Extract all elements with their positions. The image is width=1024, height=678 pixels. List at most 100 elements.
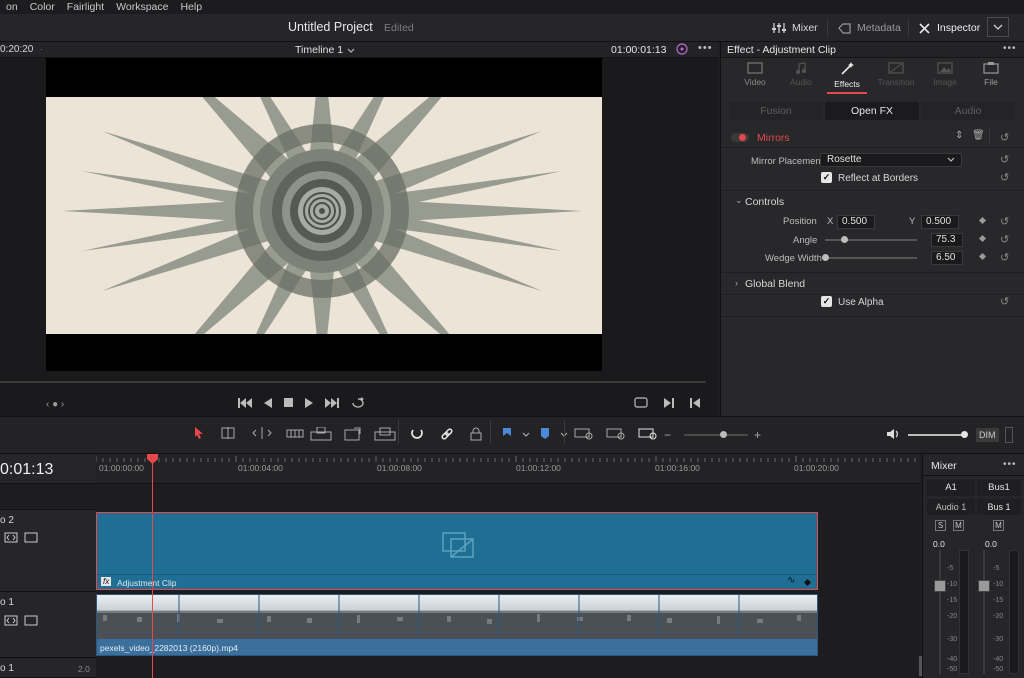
- trash-icon[interactable]: 🗑: [972, 130, 985, 141]
- reset-alpha-icon[interactable]: ↺: [1000, 295, 1009, 308]
- chevron-right-icon[interactable]: ›: [735, 278, 738, 288]
- volume-slider-knob[interactable]: [961, 431, 968, 438]
- solo-button[interactable]: S: [935, 520, 946, 531]
- tab-audio[interactable]: Audio: [783, 62, 819, 87]
- zoom-custom-icon[interactable]: [638, 428, 658, 440]
- reset-placement-icon[interactable]: ↺: [1000, 153, 1009, 166]
- viewer-scope-button[interactable]: [674, 42, 690, 59]
- chevron-down-icon[interactable]: [522, 432, 530, 437]
- viewer-options-dot[interactable]: ·: [40, 44, 43, 54]
- zoom-full-icon[interactable]: [574, 428, 594, 440]
- track-visibility-icon[interactable]: [24, 615, 38, 629]
- angle-slider-knob[interactable]: [841, 236, 849, 243]
- menu-item-workspace-partial[interactable]: on: [6, 1, 18, 13]
- zoom-out-icon[interactable]: −: [664, 428, 671, 442]
- wedge-width-slider-knob[interactable]: [822, 254, 829, 261]
- clip-curve-icon[interactable]: ∿: [787, 575, 795, 586]
- volume-speaker-icon[interactable]: [886, 428, 900, 443]
- auto-select-icon[interactable]: [4, 615, 18, 629]
- skip-to-start-icon[interactable]: [238, 397, 252, 408]
- reverse-play-icon[interactable]: [264, 397, 272, 408]
- use-alpha-checkbox[interactable]: ✓: [821, 296, 832, 307]
- angle-slider[interactable]: [825, 239, 917, 241]
- mixer-track-bus1[interactable]: Bus 1: [977, 499, 1021, 515]
- global-blend-label[interactable]: Global Blend: [745, 278, 805, 290]
- clip-keyframe-icon[interactable]: [803, 578, 812, 587]
- reset-position-icon[interactable]: ↺: [1000, 215, 1009, 228]
- trim-icon[interactable]: [218, 427, 238, 439]
- jog-control[interactable]: ‹ ● ›: [46, 399, 64, 410]
- inspector-button[interactable]: Inspector: [918, 18, 980, 38]
- dynamic-trim-icon[interactable]: [252, 427, 272, 439]
- replace-clip-icon[interactable]: [374, 427, 396, 441]
- prev-edit-icon[interactable]: [690, 397, 700, 408]
- lock-icon[interactable]: [470, 427, 482, 441]
- reset-reflect-icon[interactable]: ↺: [1000, 171, 1009, 184]
- subtab-audio[interactable]: Audio: [921, 102, 1015, 120]
- effect-enable-toggle[interactable]: [731, 133, 749, 142]
- reflect-checkbox[interactable]: ✓: [821, 172, 832, 183]
- skip-to-end-icon[interactable]: [325, 397, 339, 408]
- keyframe-diamond-icon[interactable]: [978, 234, 987, 243]
- tab-transition[interactable]: Transition: [873, 62, 919, 87]
- linked-selection-icon[interactable]: [440, 427, 454, 441]
- stop-icon[interactable]: [284, 398, 293, 407]
- adjustment-clip[interactable]: fx Adjustment Clip ∿: [96, 512, 818, 590]
- auto-select-icon[interactable]: [4, 532, 18, 546]
- menu-item-help[interactable]: Help: [180, 1, 202, 13]
- mixer-track-audio1[interactable]: Audio 1: [927, 499, 975, 515]
- mixer-more-icon[interactable]: •••: [1003, 459, 1017, 470]
- menu-item-fairlight[interactable]: Fairlight: [67, 1, 104, 13]
- match-frame-icon[interactable]: [634, 397, 648, 408]
- reorder-icon[interactable]: ⇕: [955, 130, 963, 141]
- mixer-button[interactable]: Mixer: [772, 18, 818, 38]
- bus-mute-button[interactable]: M: [993, 520, 1004, 531]
- mute-button[interactable]: M: [953, 520, 964, 531]
- volume-slider[interactable]: [908, 434, 966, 436]
- track-visibility-icon[interactable]: [24, 532, 38, 546]
- bus1-fader-knob[interactable]: [978, 580, 990, 592]
- timeline-selector[interactable]: Timeline 1: [295, 44, 355, 56]
- subtab-fusion[interactable]: Fusion: [729, 102, 823, 120]
- scrubber-bar[interactable]: [0, 381, 706, 383]
- snapping-magnet-icon[interactable]: [410, 427, 424, 441]
- marker-icon[interactable]: [540, 428, 550, 440]
- overwrite-clip-icon[interactable]: [344, 427, 362, 441]
- zoom-detail-icon[interactable]: [606, 428, 626, 440]
- keyframe-diamond-icon[interactable]: [978, 216, 987, 225]
- next-edit-icon[interactable]: [664, 397, 674, 408]
- reset-icon[interactable]: ↺: [1000, 131, 1009, 144]
- meter-toggle[interactable]: [1005, 427, 1013, 443]
- wedge-width-field[interactable]: 6.50: [931, 251, 963, 265]
- expand-button[interactable]: [987, 17, 1009, 37]
- selection-arrow-icon[interactable]: [194, 427, 204, 439]
- wedge-width-slider[interactable]: [825, 257, 917, 259]
- play-icon[interactable]: [305, 397, 313, 408]
- tab-image[interactable]: Image: [925, 62, 965, 87]
- chevron-down-icon[interactable]: ⌄: [735, 195, 743, 206]
- menu-item-color[interactable]: Color: [30, 1, 55, 13]
- menu-item-workspace[interactable]: Workspace: [116, 1, 168, 13]
- reset-wedge-icon[interactable]: ↺: [1000, 251, 1009, 264]
- zoom-in-icon[interactable]: +: [754, 428, 761, 442]
- zoom-slider-knob[interactable]: [720, 431, 727, 438]
- zoom-slider[interactable]: [684, 434, 748, 436]
- a1-fader-knob[interactable]: [934, 580, 946, 592]
- dim-button[interactable]: DIM: [976, 428, 999, 442]
- tab-effects[interactable]: Effects: [825, 62, 869, 94]
- subtab-openfx[interactable]: Open FX: [825, 102, 919, 120]
- a1-fader-track[interactable]: [939, 550, 941, 674]
- playhead-line[interactable]: [152, 458, 153, 678]
- viewer-more-icon[interactable]: •••: [698, 42, 713, 54]
- mirror-placement-select[interactable]: Rosette: [820, 153, 962, 167]
- playhead-handle[interactable]: [147, 454, 158, 467]
- controls-section-label[interactable]: Controls: [745, 196, 784, 208]
- bus1-fader-track[interactable]: [983, 550, 985, 674]
- timeline-ruler[interactable]: 01:00:00:00 01:00:04:00 01:00:08:00 01:0…: [96, 454, 920, 484]
- insert-clip-icon[interactable]: [310, 427, 332, 441]
- metadata-button[interactable]: Metadata: [838, 18, 901, 38]
- keyframe-diamond-icon[interactable]: [978, 252, 987, 261]
- blade-icon[interactable]: [286, 427, 304, 439]
- position-x-field[interactable]: 0.500: [837, 215, 875, 229]
- angle-field[interactable]: 75.3: [931, 233, 963, 247]
